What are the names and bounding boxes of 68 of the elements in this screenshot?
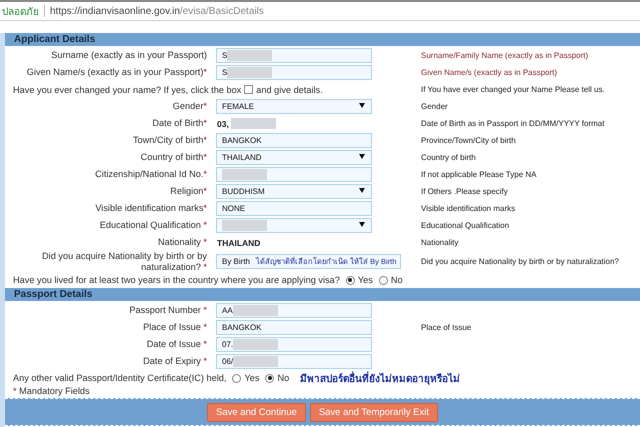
radio-button[interactable] (232, 374, 242, 383)
input-field[interactable]: 06/ (216, 354, 372, 370)
help-text: Date of Birth as in Passport in DD/MM/YYYY format (421, 118, 606, 128)
input-field[interactable]: 07. (216, 337, 372, 352)
field-label: Country of birth* (140, 152, 207, 163)
input-field[interactable]: BANGKOK (216, 320, 372, 336)
help-text: Did you acquire Nationality by birth or by naturalization? (421, 256, 620, 266)
checkbox[interactable] (244, 85, 254, 94)
option-label: Yes (244, 373, 260, 384)
input-field[interactable]: BANGKOK (216, 133, 372, 148)
field-label: Citizenship/National Id No.* (94, 169, 207, 180)
help-text: Country of birth (421, 152, 477, 162)
field-label: Given Name/s (exactly as in your Passport)* (26, 67, 207, 78)
help-text: Nationality (421, 238, 460, 248)
help-text: If not applicable Please Type NA (421, 170, 538, 180)
select-field[interactable] (216, 218, 372, 233)
section-header: Passport Details (5, 288, 640, 302)
help-text: Educational Qualification (421, 220, 510, 230)
field-label: Place of Issue * (142, 322, 207, 333)
field-label: Date of Birth* (151, 118, 207, 129)
field-label: Surname (exactly as in your Passport) (50, 50, 207, 61)
field-label: Town/City of birth* (132, 135, 207, 146)
help-text: Gender (421, 102, 449, 112)
help-text: Surname/Family Name (exactly as in Passport) (421, 50, 590, 60)
url-text: https://indianvisaonline.gov.in/evisa/BasicDetails (50, 6, 264, 16)
mandatory-note: * Mandatory Fields (12, 386, 91, 398)
field-label: Date of Expiry * (142, 356, 207, 367)
field-label: Nationality * (156, 237, 207, 248)
question-text: and give details. (256, 84, 323, 94)
option-label: No (390, 275, 403, 286)
input-field[interactable] (216, 167, 372, 182)
section-header: Applicant Details (5, 33, 640, 47)
option-label: No (277, 373, 290, 384)
field-label: Gender* (172, 101, 207, 112)
field-label: Date of Issue * (146, 339, 207, 350)
help-text: If You have ever changed your Name Please tell us. (421, 84, 606, 94)
field-label: Passport Number * (128, 305, 207, 316)
field-value: THAILAND (217, 238, 260, 248)
input-field[interactable]: S (216, 48, 372, 63)
select-field[interactable]: FEMALE (216, 99, 372, 114)
dropdown-caret-icon (359, 103, 365, 108)
select-field[interactable]: BUDDHISM (216, 184, 372, 199)
field-label: Visible identification marks* (94, 203, 207, 214)
select-field[interactable]: THAILAND (216, 150, 372, 165)
radio-button[interactable] (346, 276, 355, 285)
security-label: ปลอดภัย (2, 6, 39, 18)
field-label: Religion* (169, 186, 207, 197)
field-value: 03, (217, 118, 229, 128)
question-text: Have you lived for at least two years in the country where you are applying visa? (13, 275, 340, 286)
help-text: If Others .Please specify (421, 186, 509, 196)
option-label: Yes (358, 275, 373, 286)
note-text: มีพาสปอร์ตอื่นที่ยังไม่หมดอายุหรือไม่ (300, 370, 460, 386)
question-text: Any other valid Passport/Identity Certificate(IC) held, (13, 373, 226, 384)
radio-button[interactable] (265, 374, 274, 383)
help-text: Province/Town/City of birth (421, 136, 517, 146)
input-field[interactable]: S (216, 65, 372, 80)
input-field[interactable]: AA (216, 303, 372, 318)
help-text: Given Name/s (exactly as in Passport) (421, 68, 558, 78)
input-field[interactable]: NONE (216, 201, 372, 216)
radio-button[interactable] (378, 276, 388, 285)
help-text: Visible identification marks (421, 204, 516, 214)
dropdown-caret-icon (359, 154, 365, 159)
help-text: Place of Issue (421, 322, 472, 332)
field-label: Did you acquire Nationality by birth or by naturalization? * (41, 251, 207, 272)
dropdown-caret-icon (359, 222, 365, 227)
dropdown-caret-icon (359, 188, 365, 193)
question-text: Have you ever changed your name? If yes, click the box (13, 84, 242, 94)
field-label: Educational Qualification * (98, 220, 207, 231)
